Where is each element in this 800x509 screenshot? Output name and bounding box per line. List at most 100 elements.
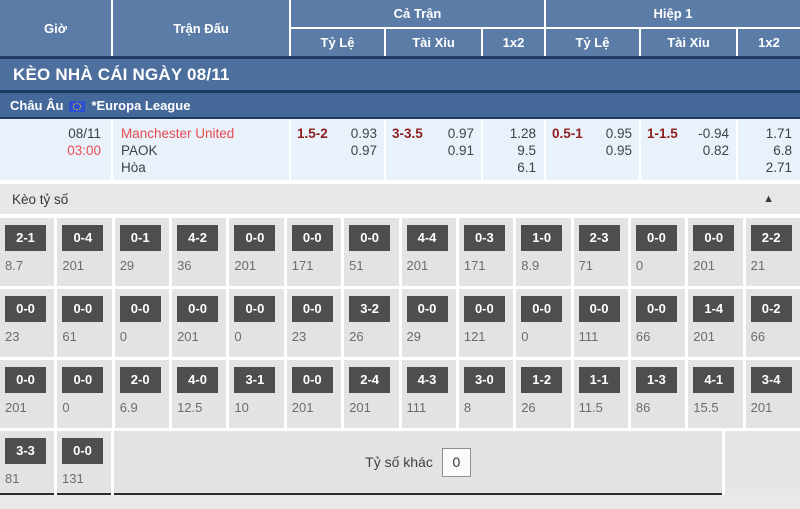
score-chip[interactable]: 1-3 (636, 367, 677, 393)
score-chip[interactable]: 0-0 (62, 296, 103, 322)
score-cell[interactable]: 0-0201 (0, 360, 54, 428)
score-cell[interactable]: 0-061 (57, 289, 111, 357)
score-chip[interactable]: 1-2 (521, 367, 562, 393)
half-under-odds[interactable]: 0.82 (703, 142, 729, 159)
score-chip[interactable]: 2-3 (579, 225, 620, 251)
score-cell[interactable]: 0-066 (631, 289, 685, 357)
score-chip[interactable]: 1-4 (693, 296, 734, 322)
score-section-header[interactable]: Kèo tỷ số ▲ (0, 184, 800, 214)
score-cell[interactable]: 3-08 (459, 360, 513, 428)
score-chip[interactable]: 0-0 (62, 367, 103, 393)
score-chip[interactable]: 1-1 (579, 367, 620, 393)
score-cell[interactable]: 4-012.5 (172, 360, 226, 428)
score-cell[interactable]: 2-4201 (344, 360, 398, 428)
score-cell[interactable]: 0-00 (115, 289, 169, 357)
score-chip[interactable]: 0-0 (636, 296, 677, 322)
score-cell[interactable]: 0-129 (115, 218, 169, 286)
score-chip[interactable]: 0-0 (177, 296, 218, 322)
half-1x2-draw[interactable]: 6.8 (738, 142, 792, 159)
score-cell[interactable]: 3-4201 (746, 360, 800, 428)
score-cell[interactable]: 1-4201 (688, 289, 742, 357)
full-handicap-away-odds[interactable]: 0.97 (351, 142, 377, 159)
collapse-icon[interactable]: ▲ (763, 193, 774, 205)
score-chip[interactable]: 0-0 (349, 225, 390, 251)
score-cell[interactable]: 3-381 (0, 431, 54, 495)
score-cell[interactable]: 0-0201 (287, 360, 341, 428)
score-cell[interactable]: 2-06.9 (115, 360, 169, 428)
score-chip[interactable]: 0-0 (292, 367, 333, 393)
league-bar[interactable]: Châu Âu *Europa League (0, 93, 800, 117)
score-chip[interactable]: 4-4 (407, 225, 448, 251)
score-cell[interactable]: 3-226 (344, 289, 398, 357)
score-chip[interactable]: 0-0 (120, 296, 161, 322)
full-1x2-away[interactable]: 6.1 (483, 159, 536, 176)
score-chip[interactable]: 0-1 (120, 225, 161, 251)
score-chip[interactable]: 3-1 (234, 367, 275, 393)
score-cell[interactable]: 0-029 (402, 289, 456, 357)
score-cell[interactable]: 1-386 (631, 360, 685, 428)
score-chip[interactable]: 0-0 (579, 296, 620, 322)
score-cell[interactable]: 0-0201 (229, 218, 283, 286)
score-cell[interactable]: 4-4201 (402, 218, 456, 286)
score-chip[interactable]: 4-0 (177, 367, 218, 393)
half-1x2-home[interactable]: 1.71 (738, 125, 792, 142)
score-chip[interactable]: 0-0 (234, 225, 275, 251)
score-cell[interactable]: 4-115.5 (688, 360, 742, 428)
score-cell[interactable]: 2-371 (574, 218, 628, 286)
score-cell[interactable]: 0-0201 (688, 218, 742, 286)
score-chip[interactable]: 0-0 (5, 296, 46, 322)
score-chip[interactable]: 4-2 (177, 225, 218, 251)
score-chip[interactable]: 0-0 (636, 225, 677, 251)
score-cell[interactable]: 0-4201 (57, 218, 111, 286)
other-score-input[interactable] (442, 448, 471, 477)
score-chip[interactable]: 1-0 (521, 225, 562, 251)
full-handicap-home-odds[interactable]: 0.93 (351, 125, 377, 142)
score-cell[interactable]: 0-051 (344, 218, 398, 286)
score-chip[interactable]: 2-4 (349, 367, 390, 393)
score-cell[interactable]: 0-0121 (459, 289, 513, 357)
score-chip[interactable]: 0-0 (5, 367, 46, 393)
score-chip[interactable]: 2-2 (751, 225, 792, 251)
score-cell[interactable]: 0-023 (287, 289, 341, 357)
score-chip[interactable]: 3-3 (5, 438, 46, 464)
score-chip[interactable]: 4-1 (693, 367, 734, 393)
score-chip[interactable]: 0-0 (292, 225, 333, 251)
score-chip[interactable]: 3-2 (349, 296, 390, 322)
score-chip[interactable]: 0-3 (464, 225, 505, 251)
score-chip[interactable]: 0-0 (234, 296, 275, 322)
score-chip[interactable]: 3-4 (751, 367, 792, 393)
score-chip[interactable]: 3-0 (464, 367, 505, 393)
score-chip[interactable]: 0-0 (464, 296, 505, 322)
score-cell[interactable]: 0-00 (516, 289, 570, 357)
full-under-odds[interactable]: 0.91 (448, 142, 474, 159)
score-chip[interactable]: 0-0 (521, 296, 562, 322)
half-handicap-home-odds[interactable]: 0.95 (606, 125, 632, 142)
score-chip[interactable]: 0-0 (407, 296, 448, 322)
score-cell[interactable]: 2-221 (746, 218, 800, 286)
score-cell[interactable]: 0-0111 (574, 289, 628, 357)
half-handicap-away-odds[interactable]: 0.95 (606, 142, 632, 159)
score-cell[interactable]: 0-0171 (287, 218, 341, 286)
half-1x2-away[interactable]: 2.71 (738, 159, 792, 176)
full-1x2-draw[interactable]: 9.5 (483, 142, 536, 159)
score-cell[interactable]: 1-111.5 (574, 360, 628, 428)
score-cell[interactable]: 4-236 (172, 218, 226, 286)
score-chip[interactable]: 0-0 (292, 296, 333, 322)
score-cell[interactable]: 1-226 (516, 360, 570, 428)
league-name[interactable]: *Europa League (91, 98, 190, 113)
score-cell[interactable]: 3-110 (229, 360, 283, 428)
score-cell[interactable]: 2-18.7 (0, 218, 54, 286)
score-cell[interactable]: 0-3171 (459, 218, 513, 286)
score-chip[interactable]: 0-0 (693, 225, 734, 251)
full-over-odds[interactable]: 0.97 (448, 125, 474, 142)
score-chip[interactable]: 0-4 (62, 225, 103, 251)
score-cell[interactable]: 0-00 (631, 218, 685, 286)
score-cell[interactable]: 0-266 (746, 289, 800, 357)
score-chip[interactable]: 2-1 (5, 225, 46, 251)
score-cell[interactable]: 0-0131 (57, 431, 111, 495)
score-cell[interactable]: 1-08.9 (516, 218, 570, 286)
score-chip[interactable]: 0-0 (62, 438, 103, 464)
half-over-odds[interactable]: -0.94 (698, 125, 729, 142)
score-cell[interactable]: 4-3111 (402, 360, 456, 428)
score-cell[interactable]: 0-023 (0, 289, 54, 357)
